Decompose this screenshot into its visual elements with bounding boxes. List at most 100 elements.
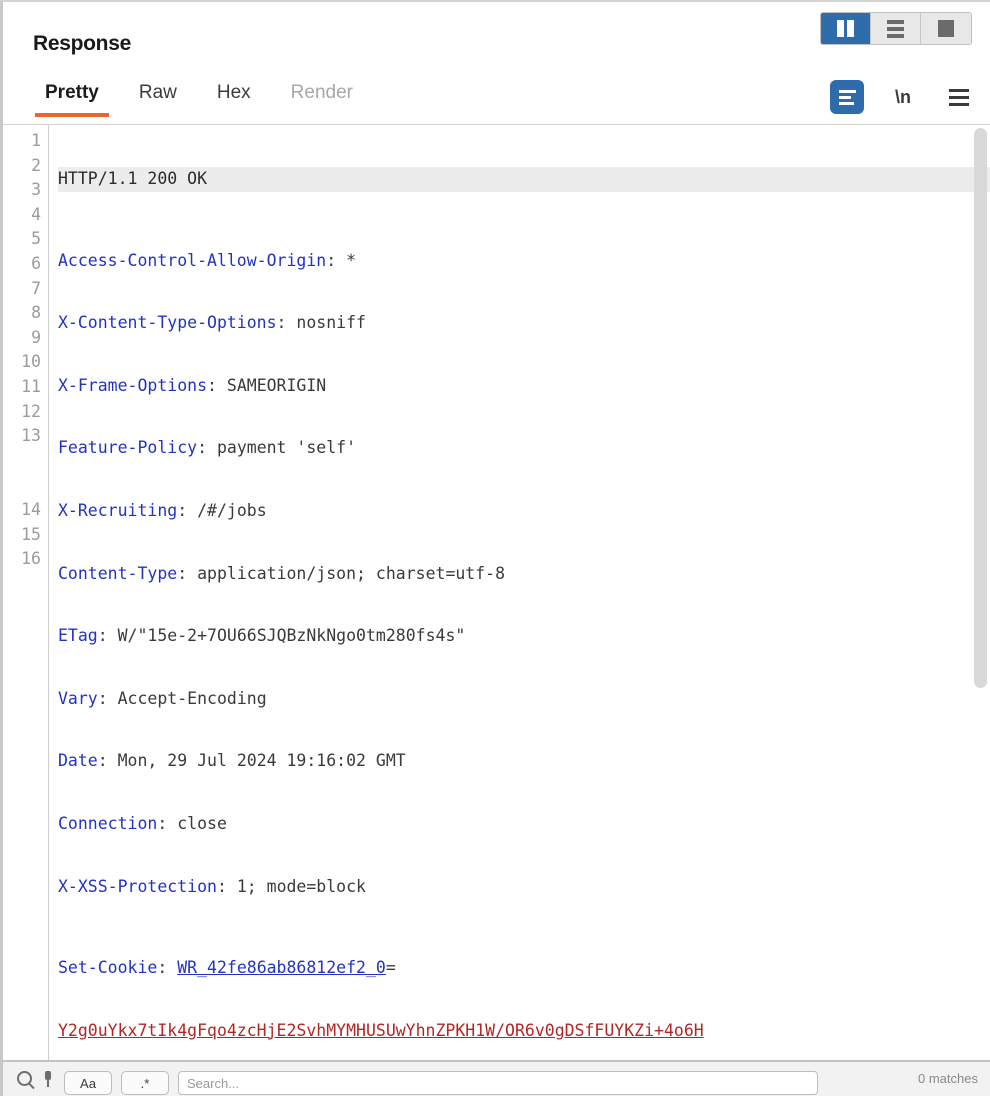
header-colon: : xyxy=(276,313,297,333)
line-number: 9 xyxy=(31,327,41,347)
line-number: 14 xyxy=(21,499,41,519)
line-number: 16 xyxy=(21,549,41,569)
header-row: X-Recruiting: /#/jobs xyxy=(58,499,990,524)
regex-toggle[interactable]: .* xyxy=(121,1071,169,1095)
line-number: 8 xyxy=(31,303,41,323)
action-menu-button[interactable] xyxy=(942,80,976,114)
header-value: close xyxy=(177,813,227,833)
header-value: Mon, 29 Jul 2024 19:16:02 GMT xyxy=(117,751,406,771)
header-row: X-XSS-Protection: 1; mode=block xyxy=(58,875,990,900)
header-name: Vary xyxy=(58,688,98,708)
tab-actions: \n xyxy=(830,80,976,114)
header-name: Content-Type xyxy=(58,563,178,583)
header-row: Content-Type: application/json; charset=… xyxy=(58,562,990,587)
panel-header: Response xyxy=(3,2,990,72)
header-name: X-XSS-Protection xyxy=(58,876,217,896)
header-value: Accept-Encoding xyxy=(117,688,267,708)
header-row: Vary: Accept-Encoding xyxy=(58,687,990,712)
line-number: 10 xyxy=(21,352,41,372)
search-icon[interactable] xyxy=(17,1071,32,1086)
tab-raw[interactable]: Raw xyxy=(119,72,197,120)
line-number: 3 xyxy=(31,180,41,200)
header-name: Date xyxy=(58,751,98,771)
header-name: Feature-Policy xyxy=(58,438,198,458)
header-row: X-Frame-Options: SAMEORIGIN xyxy=(58,374,990,399)
response-editor[interactable]: 1 2 3 4 5 6 7 8 9 10 11 12 13 . . 14 15 … xyxy=(3,124,990,1060)
header-value: 1; mode=block xyxy=(236,876,366,896)
header-colon: : xyxy=(177,563,198,583)
cookie-equals: = xyxy=(385,958,396,978)
word-wrap-icon xyxy=(838,89,856,105)
status-line-row: HTTP/1.1 200 OK xyxy=(58,167,990,192)
cookie-value-part1[interactable]: Y2g0uYkx7tIk4gFqo4zcHjE2SvhMYMHUSUwYhnZP… xyxy=(58,1021,704,1040)
page-title: Response xyxy=(33,32,131,55)
header-name: Access-Control-Allow-Origin xyxy=(58,250,327,270)
line-number-gutter: 1 2 3 4 5 6 7 8 9 10 11 12 13 . . 14 15 … xyxy=(3,125,49,1060)
header-colon: : xyxy=(326,250,347,270)
search-input[interactable]: Search... xyxy=(178,1071,818,1095)
header-value: W/"15e-2+7OU66SJQBzNkNgo0tm280fs4s" xyxy=(117,626,466,646)
tab-hex[interactable]: Hex xyxy=(197,72,271,120)
header-value: nosniff xyxy=(296,313,366,333)
header-name: ETag xyxy=(58,626,98,646)
side-by-side-layout-button[interactable] xyxy=(821,13,871,44)
word-wrap-button[interactable] xyxy=(830,80,864,114)
layout-toggle-group[interactable] xyxy=(820,12,972,45)
header-colon: : xyxy=(207,375,227,395)
header-name: X-Content-Type-Options xyxy=(58,313,277,333)
response-code-content[interactable]: HTTP/1.1 200 OK Access-Control-Allow-Ori… xyxy=(49,125,990,1060)
header-row: ETag: W/"15e-2+7OU66SJQBzNkNgo0tm280fs4s… xyxy=(58,624,990,649)
header-colon: : xyxy=(157,813,178,833)
pin-icon[interactable] xyxy=(41,1071,55,1087)
line-number-wrap: . xyxy=(3,449,48,474)
view-tabbar: Pretty Raw Hex Render \n xyxy=(3,72,990,124)
header-colon: : xyxy=(97,626,118,646)
header-colon: : xyxy=(177,500,198,520)
scrollbar-thumb[interactable] xyxy=(974,128,987,688)
match-case-toggle[interactable]: Aa xyxy=(64,1071,112,1095)
header-value: payment 'self' xyxy=(216,438,357,458)
status-line: HTTP/1.1 200 OK xyxy=(58,169,208,188)
cookie-name[interactable]: WR_42fe86ab86812ef2_0 xyxy=(177,958,386,977)
header-name: X-Recruiting xyxy=(58,500,178,520)
header-row: Access-Control-Allow-Origin: * xyxy=(58,249,990,274)
header-name: Connection xyxy=(58,813,158,833)
line-number: 11 xyxy=(21,376,41,396)
show-newlines-button[interactable]: \n xyxy=(886,80,920,114)
single-view-icon xyxy=(938,20,954,37)
line-number: 5 xyxy=(31,229,41,249)
tab-pretty[interactable]: Pretty xyxy=(25,72,119,120)
header-value: SAMEORIGIN xyxy=(226,375,327,395)
split-view-icon xyxy=(837,20,854,37)
response-panel: Response Pretty Raw Hex Render \n 1 2 3 … xyxy=(0,0,990,1096)
header-row: Date: Mon, 29 Jul 2024 19:16:02 GMT xyxy=(58,749,990,774)
line-number: 6 xyxy=(31,253,41,273)
line-number: 15 xyxy=(21,524,41,544)
single-pane-layout-button[interactable] xyxy=(921,13,971,44)
line-number: 12 xyxy=(21,401,41,421)
header-colon: : xyxy=(216,876,237,896)
search-footer: Aa .* Search... 0 matches xyxy=(3,1060,990,1096)
header-row: Connection: close xyxy=(58,812,990,837)
header-name: Set-Cookie xyxy=(58,958,158,978)
header-row: X-Content-Type-Options: nosniff xyxy=(58,311,990,336)
match-count-label: 0 matches xyxy=(918,1071,978,1086)
header-value: application/json; charset=utf-8 xyxy=(197,563,506,583)
tab-list: Pretty Raw Hex Render xyxy=(25,72,373,120)
set-cookie-row: Set-Cookie: WR_42fe86ab86812ef2_0= xyxy=(58,956,990,981)
header-value: /#/jobs xyxy=(197,500,267,520)
header-colon: : xyxy=(197,438,217,458)
header-row: Feature-Policy: payment 'self' xyxy=(58,436,990,461)
header-colon: : xyxy=(97,688,118,708)
line-number: 4 xyxy=(31,204,41,224)
hamburger-menu-icon xyxy=(949,88,969,106)
header-colon: : xyxy=(97,751,118,771)
stacked-layout-button[interactable] xyxy=(871,13,921,44)
line-number: 2 xyxy=(31,155,41,175)
line-number-wrap: . xyxy=(3,473,48,498)
vertical-scrollbar[interactable] xyxy=(974,128,987,1056)
tab-render: Render xyxy=(290,82,353,103)
line-number: 1 xyxy=(31,131,41,150)
newline-icon: \n xyxy=(895,86,911,107)
stacked-view-icon xyxy=(887,19,904,38)
